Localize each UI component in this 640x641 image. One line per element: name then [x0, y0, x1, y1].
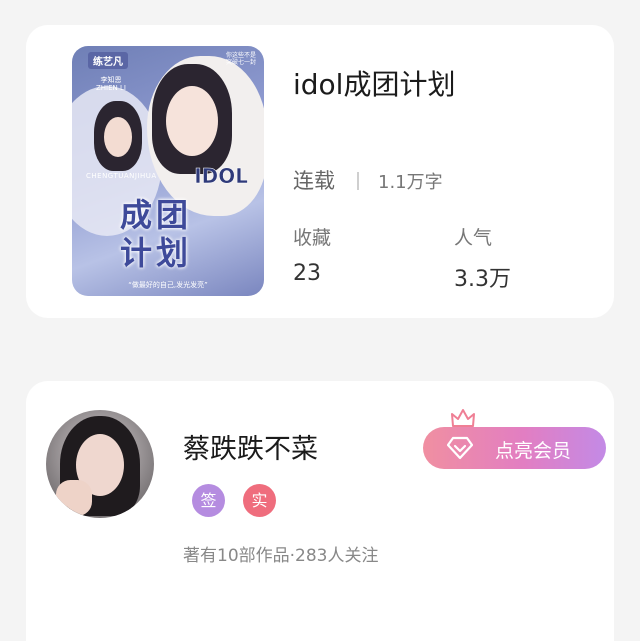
- book-title[interactable]: idol成团计划: [293, 63, 455, 103]
- book-card[interactable]: 练艺凡 你这些不是 突破七一封 李知恩 ZHIEN LI CHENGTUANJI…: [26, 25, 614, 318]
- cover-portrait-small: [94, 101, 142, 171]
- author-name[interactable]: 蔡跌跌不菜: [183, 427, 318, 466]
- book-cover[interactable]: 练艺凡 你这些不是 突破七一封 李知恩 ZHIEN LI CHENGTUANJI…: [72, 46, 264, 296]
- popularity-label: 人气: [454, 227, 493, 249]
- favorites-label: 收藏: [293, 227, 332, 249]
- cover-roman-title: CHENGTUANJIHUA: [86, 172, 157, 180]
- author-stats: 著有10部作品·283人关注: [183, 546, 379, 566]
- popularity-value: 3.3万: [454, 267, 511, 292]
- divider: [357, 172, 359, 190]
- book-status: 连载: [293, 169, 335, 193]
- cover-portrait-large: [152, 64, 232, 174]
- verified-badge: 实: [243, 484, 276, 517]
- cover-idol-word: IDOL: [194, 164, 248, 189]
- cover-big-title: 成团计划: [120, 196, 193, 272]
- avatar[interactable]: [46, 410, 154, 518]
- cover-slogan: “做最好的自己,发光发亮”: [128, 281, 208, 289]
- book-word-count: 1.1万字: [378, 172, 443, 193]
- cover-names: 李知恩 ZHIEN LI: [96, 76, 126, 92]
- author-card[interactable]: 蔡跌跌不菜 签 实 著有10部作品·283人关注 点亮会员: [26, 381, 614, 641]
- favorites-value: 23: [293, 261, 321, 286]
- signed-badge: 签: [192, 484, 225, 517]
- cover-brand-tag: 练艺凡: [88, 52, 128, 69]
- vip-button-label: 点亮会员: [495, 440, 572, 462]
- cover-side-text: 你这些不是 突破七一封: [225, 52, 256, 66]
- diamond-icon: [447, 436, 473, 460]
- activate-vip-button[interactable]: 点亮会员: [423, 427, 606, 469]
